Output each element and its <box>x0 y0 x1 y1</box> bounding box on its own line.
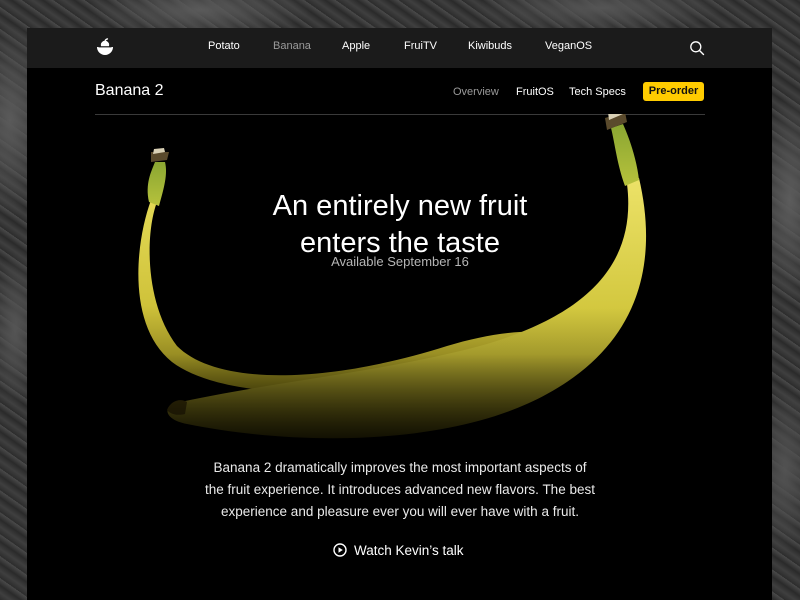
fruit-bowl-logo-icon[interactable] <box>95 38 115 58</box>
nav-item-apple[interactable]: Apple <box>342 40 370 52</box>
nav-item-banana[interactable]: Banana <box>273 40 311 52</box>
description-line-1: Banana 2 dramatically improves the most … <box>213 460 587 475</box>
subnav-item-overview[interactable]: Overview <box>453 86 499 98</box>
browser-page: Potato Banana Apple FruiTV Kiwibuds Vega… <box>27 28 772 600</box>
watch-talk-link[interactable]: Watch Kevin’s talk <box>333 541 464 559</box>
description-line-2: the fruit experience. It introduces adva… <box>205 482 595 497</box>
product-subnav: Banana 2 Overview FruitOS Tech Specs Pre… <box>95 68 705 115</box>
hero-description: Banana 2 dramatically improves the most … <box>190 457 610 523</box>
global-nav: Potato Banana Apple FruiTV Kiwibuds Vega… <box>27 28 772 68</box>
watch-talk-label: Watch Kevin’s talk <box>354 542 464 558</box>
nav-item-potato[interactable]: Potato <box>208 40 240 52</box>
play-circle-icon <box>333 543 347 557</box>
nav-item-kiwibuds[interactable]: Kiwibuds <box>468 40 512 52</box>
description-line-3: experience and pleasure ever you will ev… <box>221 504 579 519</box>
banana-hero-image <box>27 114 772 464</box>
preorder-button[interactable]: Pre-order <box>643 82 704 101</box>
hero-headline-line-1: An entirely new fruit <box>272 190 528 223</box>
nav-item-fruitv[interactable]: FruiTV <box>404 40 437 52</box>
product-title[interactable]: Banana 2 <box>95 82 164 100</box>
availability-date: Available September 16 <box>331 254 469 269</box>
subnav-item-fruitos[interactable]: FruitOS <box>516 86 554 98</box>
hero-headline: An entirely new fruit enters the taste <box>200 188 600 262</box>
nav-item-veganos[interactable]: VeganOS <box>545 40 592 52</box>
subnav-item-tech-specs[interactable]: Tech Specs <box>569 86 626 98</box>
search-icon[interactable] <box>689 40 705 56</box>
